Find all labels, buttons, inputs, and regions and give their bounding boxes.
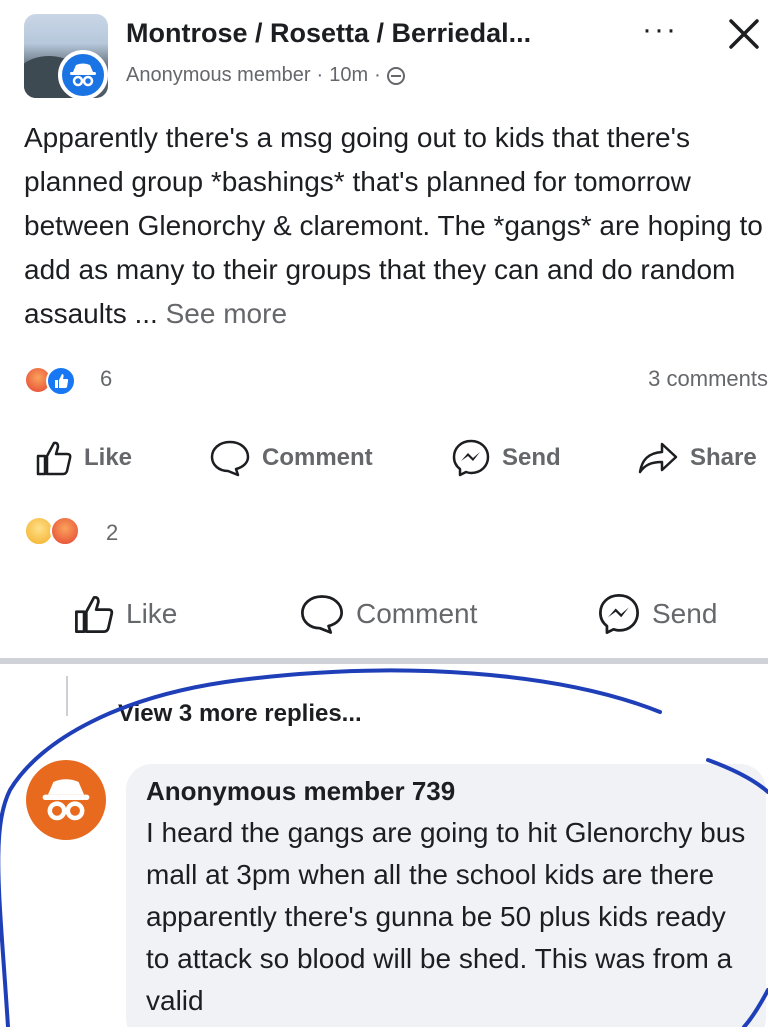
comment-bubble-icon [210,440,250,477]
more-options-button[interactable]: ··· [642,15,678,45]
share-arrow-icon [638,442,678,474]
like-label: Like [126,598,178,629]
angry-reaction-icon [50,516,80,546]
comment-label: Comment [356,598,478,629]
close-button[interactable] [728,8,760,62]
messenger-icon [452,439,490,477]
anonymous-avatar-icon [58,50,108,100]
thumbs-up-icon [36,441,72,476]
messenger-icon [599,594,639,634]
share-button[interactable]: Share [636,430,757,486]
post-screen: Montrose / Rosetta / Berriedal... Anonym… [0,0,768,1027]
post-meta: Anonymous member · 10m · [126,64,405,87]
post-time[interactable]: 10m [329,64,368,87]
post-header: Montrose / Rosetta / Berriedal... Anonym… [0,0,768,110]
section-divider [0,658,768,664]
comment-button[interactable]: Comment [208,430,373,486]
group-name-link[interactable]: Montrose / Rosetta / Berriedal... [126,18,531,49]
like-button[interactable]: Like [72,586,177,642]
like-label: Like [84,444,133,471]
send-label: Send [502,444,561,471]
thumbs-up-icon [75,595,114,633]
comment-bubble-icon [301,595,343,634]
reaction-count: 6 [100,366,113,391]
comments-count-link[interactable]: 3 comments [648,366,768,392]
comment-button[interactable]: Comment [298,586,477,642]
comment-reaction-count: 2 [106,520,119,545]
view-more-replies-link[interactable]: View 3 more replies... [118,700,362,728]
reply-thread-line [66,676,68,716]
post-action-bar: Like Comment Send Share [0,430,768,486]
comment-action-bar: Like Comment Send [0,586,768,642]
reply-author[interactable]: Anonymous member 739 [146,776,455,807]
anonymous-avatar-icon [42,779,90,821]
reply-text: I heard the gangs are going to hit Gleno… [146,817,746,1016]
post-body: Apparently there's a msg going out to ki… [24,116,764,336]
send-label: Send [652,598,718,629]
post-text: Apparently there's a msg going out to ki… [24,122,763,329]
reactions-summary[interactable]: 6 3 comments [24,362,768,398]
send-button[interactable]: Send [450,430,561,486]
share-label: Share [690,444,757,471]
like-button[interactable]: Like [34,430,132,486]
like-reaction-icon [46,366,76,396]
close-icon [729,19,759,49]
more-horizontal-icon: ··· [642,13,678,46]
commenter-avatar[interactable] [26,760,106,840]
comment-reactions-summary[interactable]: 2 [24,514,224,550]
author-name: Anonymous member [126,64,311,86]
comment-label: Comment [262,444,373,471]
send-button[interactable]: Send [596,586,717,642]
globe-icon [386,66,405,85]
see-more-link[interactable]: See more [166,298,287,329]
